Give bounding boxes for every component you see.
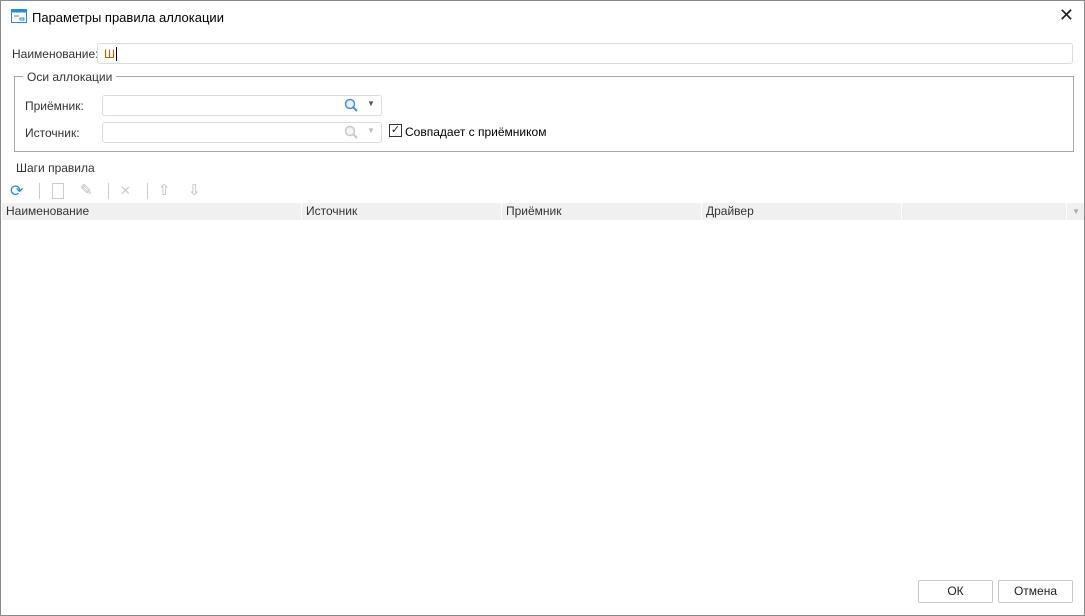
column-header-name[interactable]: Наименование <box>2 203 302 220</box>
move-down-icon: ⇩ <box>188 182 201 199</box>
refresh-icon[interactable]: ⟳ <box>10 181 23 201</box>
toolbar-separator <box>39 183 40 199</box>
ok-button[interactable]: ОК <box>918 580 993 603</box>
chevron-down-icon: ▼ <box>367 126 375 135</box>
column-header-driver[interactable]: Драйвер <box>702 203 902 220</box>
toolbar-separator <box>108 183 109 199</box>
toolbar-separator <box>147 183 148 199</box>
steps-table-header: Наименование Источник Приёмник Драйвер ▼ <box>2 203 1084 220</box>
source-select: ▼ <box>102 122 382 143</box>
name-value: Ш <box>104 47 115 61</box>
dialog-window: Параметры правила аллокации ✕ Наименован… <box>0 0 1085 616</box>
allocation-axes-legend: Оси аллокации <box>23 70 117 84</box>
dialog-icon <box>11 9 27 23</box>
same-as-receiver-label[interactable]: Совпадает с приёмником <box>405 125 546 139</box>
rule-steps-title: Шаги правила <box>16 161 95 175</box>
name-label: Наименование: <box>12 47 99 61</box>
column-header-source[interactable]: Источник <box>302 203 502 220</box>
delete-icon: ✕ <box>120 183 131 198</box>
receiver-label: Приёмник: <box>25 99 84 113</box>
search-icon[interactable] <box>344 98 358 112</box>
new-document-icon <box>52 183 64 199</box>
cancel-button[interactable]: Отмена <box>998 580 1073 603</box>
move-up-icon: ⇧ <box>158 182 171 199</box>
search-icon <box>344 125 358 139</box>
source-label: Источник: <box>25 126 80 140</box>
name-input[interactable]: Ш <box>97 43 1073 64</box>
chevron-down-icon[interactable]: ▼ <box>367 99 375 108</box>
dialog-title: Параметры правила аллокации <box>32 10 224 25</box>
column-chooser-icon[interactable]: ▼ <box>1072 207 1080 216</box>
edit-pencil-icon: ✎ <box>80 182 93 199</box>
close-icon[interactable]: ✕ <box>1059 5 1074 26</box>
steps-table-body[interactable] <box>2 220 1084 570</box>
receiver-select[interactable]: ▼ <box>102 95 382 116</box>
column-header-extra <box>902 203 1067 220</box>
column-header-receiver[interactable]: Приёмник <box>502 203 702 220</box>
same-as-receiver-checkbox[interactable]: ✓ <box>389 124 402 137</box>
